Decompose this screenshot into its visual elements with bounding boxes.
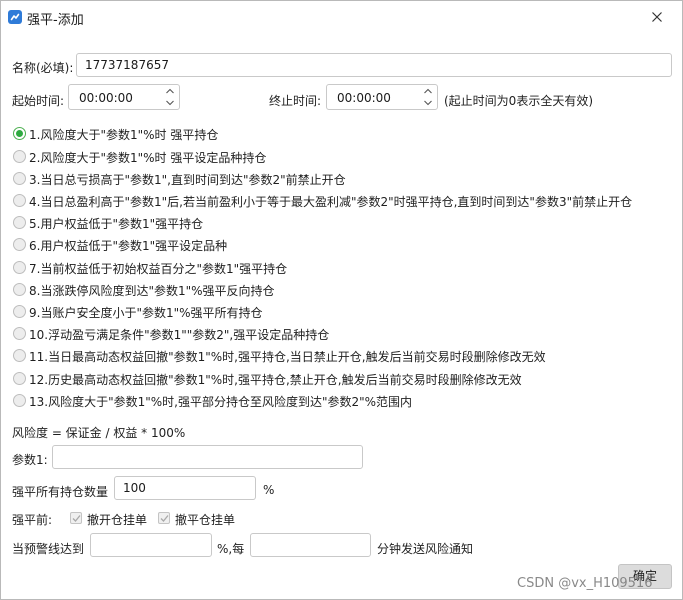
start-time-value: 00:00:00 xyxy=(79,91,133,105)
radio-button[interactable] xyxy=(13,238,26,251)
radio-label: 10.浮动盈亏满足条件"参数1""参数2",强平设定品种持仓 xyxy=(29,328,330,342)
dialog-window: 强平-添加 名称(必填): 起始时间: 00:00:00 终止时间: 00:00… xyxy=(0,0,683,600)
chevron-down-icon[interactable] xyxy=(423,98,433,108)
radio-label: 7.当前权益低于初始权益百分之"参数1"强平持仓 xyxy=(29,262,288,276)
radio-button[interactable] xyxy=(13,194,26,207)
window-title: 强平-添加 xyxy=(27,13,84,28)
name-label: 名称(必填): xyxy=(12,61,74,75)
checkmark-icon xyxy=(160,515,169,522)
end-time-value: 00:00:00 xyxy=(337,91,391,105)
param1-field[interactable] xyxy=(52,445,363,469)
end-time-arrows xyxy=(421,86,435,108)
start-time-spinner[interactable]: 00:00:00 xyxy=(68,84,180,110)
radio-button[interactable] xyxy=(13,216,26,229)
radio-button[interactable] xyxy=(13,261,26,274)
chevron-up-icon[interactable] xyxy=(165,86,175,96)
radio-label: 11.当日最高动态权益回撤"参数1"%时,强平持仓,当日禁止开仓,触发后当前交易… xyxy=(29,350,546,364)
radio-label: 8.当涨跌停风险度到达"参数1"%强平反向持仓 xyxy=(29,284,275,298)
name-input[interactable] xyxy=(77,54,671,76)
cancel-open-orders-label: 撤开仓挂单 xyxy=(87,513,148,527)
param1-input[interactable] xyxy=(53,446,362,468)
warning-threshold-input[interactable] xyxy=(91,534,211,556)
time-note: (起止时间为0表示全天有效) xyxy=(444,94,593,108)
warning-suffix: 分钟发送风险通知 xyxy=(377,542,474,556)
radio-label: 1.风险度大于"参数1"%时 强平持仓 xyxy=(29,128,219,142)
risk-formula: 风险度 = 保证金 / 权益 * 100% xyxy=(12,426,186,440)
radio-label: 12.历史最高动态权益回撤"参数1"%时,强平持仓,禁止开仓,触发后当前交易时段… xyxy=(29,373,522,387)
radio-label: 5.用户权益低于"参数1"强平持仓 xyxy=(29,217,204,231)
warning-interval-input[interactable] xyxy=(251,534,370,556)
close-button[interactable] xyxy=(642,3,672,31)
chevron-down-icon[interactable] xyxy=(165,98,175,108)
warning-interval-field[interactable] xyxy=(250,533,371,557)
checkmark-icon xyxy=(72,515,81,522)
close-icon xyxy=(652,12,662,22)
radio-label: 4.当日总盈利高于"参数1"后,若当前盈利小于等于最大盈利减"参数2"时强平持仓… xyxy=(29,195,633,209)
watermark: CSDN @vx_H109516 xyxy=(517,576,653,591)
cancel-open-orders-checkbox[interactable] xyxy=(70,512,82,524)
radio-label: 3.当日总亏损高于"参数1",直到时间到达"参数2"前禁止开仓 xyxy=(29,173,346,187)
name-field[interactable] xyxy=(76,53,672,77)
start-time-arrows xyxy=(163,86,177,108)
app-icon xyxy=(8,10,22,24)
cancel-close-orders-label: 撤平仓挂单 xyxy=(175,513,236,527)
close-qty-field[interactable] xyxy=(114,476,256,500)
radio-button[interactable] xyxy=(13,372,26,385)
radio-label: 9.当账户安全度小于"参数1"%强平所有持仓 xyxy=(29,306,263,320)
radio-label: 13.风险度大于"参数1"%时,强平部分持仓至风险度到达"参数2"%范围内 xyxy=(29,395,413,409)
start-time-label: 起始时间: xyxy=(12,94,65,108)
title-bar[interactable]: 强平-添加 xyxy=(1,1,682,33)
radio-label: 2.风险度大于"参数1"%时 强平设定品种持仓 xyxy=(29,151,267,165)
radio-button[interactable] xyxy=(13,394,26,407)
warning-mid-label: %,每 xyxy=(217,542,245,556)
close-qty-input[interactable] xyxy=(115,477,255,499)
radio-button[interactable] xyxy=(13,349,26,362)
close-qty-label: 强平所有持仓数量 xyxy=(12,485,109,499)
warning-threshold-field[interactable] xyxy=(90,533,212,557)
radio-button[interactable] xyxy=(13,305,26,318)
radio-button[interactable] xyxy=(13,172,26,185)
end-time-spinner[interactable]: 00:00:00 xyxy=(326,84,438,110)
close-qty-unit: % xyxy=(263,483,275,497)
param1-label: 参数1: xyxy=(12,453,48,467)
cancel-close-orders-checkbox[interactable] xyxy=(158,512,170,524)
radio-button[interactable] xyxy=(13,283,26,296)
radio-button[interactable] xyxy=(13,327,26,340)
radio-label: 6.用户权益低于"参数1"强平设定品种 xyxy=(29,239,228,253)
chevron-up-icon[interactable] xyxy=(423,86,433,96)
warning-label: 当预警线达到 xyxy=(12,542,85,556)
before-close-label: 强平前: xyxy=(12,513,53,527)
radio-button[interactable] xyxy=(13,127,26,140)
end-time-label: 终止时间: xyxy=(269,94,322,108)
radio-button[interactable] xyxy=(13,150,26,163)
